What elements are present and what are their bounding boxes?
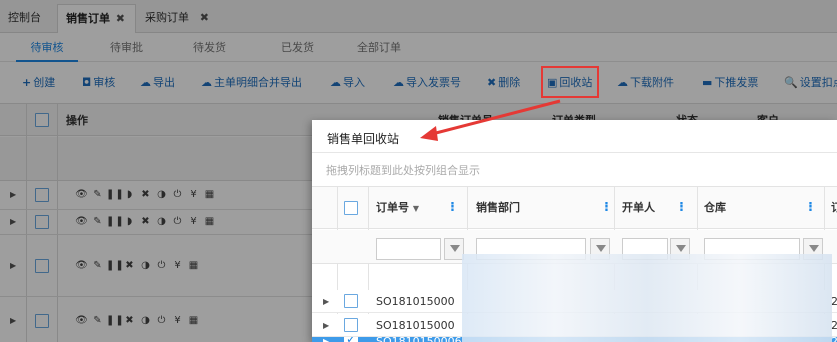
annotation-arrow-icon [420, 99, 561, 141]
app-root: 控制台 销售订单 ✖ 采购订单 ✖ 待审核 待审批 待发货 已发货 全部订单 + 创建… [0, 0, 837, 342]
